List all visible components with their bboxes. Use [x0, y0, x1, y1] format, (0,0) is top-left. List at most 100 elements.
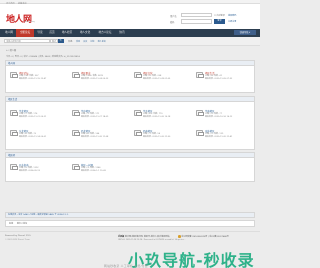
username-input[interactable] [181, 13, 212, 18]
forum-icon [72, 71, 81, 79]
forum-last-post[interactable]: 最后发表: 2025-11-26 21:50 [143, 135, 170, 138]
forum-icon [72, 109, 81, 117]
forum-section: 地区生活 华北地区 主题: 57, 帖数: 176 最后发表: 2025-11-… [5, 96, 255, 150]
forum-last-post[interactable]: 最后发表: 2025-11-24 00:23 [81, 77, 108, 80]
forum-item[interactable]: 华中地区 主题: 79, 帖数: 171 最后发表: 2025-11-27 18… [72, 109, 132, 124]
forum-item[interactable]: 辖区一间酒 主题: 23, 帖数: 1246 最后发表: 2024-1-1 15… [72, 163, 132, 178]
tag-link[interactable]: 地方人论坛 [17, 223, 27, 225]
copyright: © 2001-2025 Discuz! Team. [5, 238, 31, 241]
forum-item[interactable]: 地区论坛 主题: 145, 帖数: 507 最后发表: 2025-11-15 2… [10, 71, 70, 86]
forum-item[interactable]: 西南地区 主题: 72, 帖数: 94 最后发表: 2025-11-26 21:… [134, 129, 194, 144]
forum-last-post[interactable]: 最后发表: 2025-11-20 21:41 [205, 135, 232, 138]
find-password-link[interactable]: 找回密码 [228, 14, 236, 17]
gov-record[interactable]: 京公网安备11010502018号 | 京ICP备12017668号 [178, 235, 229, 238]
search-icon: 🔍 [59, 38, 63, 42]
forum-item[interactable]: 地区生活 主题: 38, 帖数: 41 最后发表: 2025-11-05 07:… [196, 71, 256, 86]
forum-last-post[interactable]: 最后发表: 2025-11-26 11:08 [81, 135, 108, 138]
section-title[interactable]: 地区吧 [6, 153, 254, 158]
forum-item[interactable]: 西北地区 主题: 66, 帖数: 164 最后发表: 2025-11-26 11… [72, 129, 132, 144]
forum-last-post[interactable]: 最后发表: 2024-09-13 [19, 169, 40, 172]
forum-icon [196, 129, 205, 137]
forum-item[interactable]: 开业指南 主题: 55, 帖数: 1292 最后发表: 2024-09-13 [10, 163, 70, 178]
nav-item-culture[interactable]: 地人文化 [76, 29, 94, 37]
gov-record-text: 京公网安备11010502018号 | 京ICP备12017668号 [181, 236, 229, 238]
forum-icon [72, 163, 81, 171]
section-title[interactable]: 地人网 [6, 61, 254, 66]
footer-link[interactable]: 地方网(地区地方网) [125, 236, 143, 238]
watermark-subtitle: 网站秒收录 人工审核 免费/付费 [104, 263, 148, 268]
forum-item[interactable]: 东北地区 主题: 36, 帖数: 70 最后发表: 2025-11-14 00:… [10, 129, 70, 144]
nav-item-community[interactable]: 地人社区 [58, 29, 76, 37]
nav-item-forum[interactable]: 全能论坛 [16, 29, 34, 37]
forum-last-post[interactable]: 最后发表: 2025-10-16 16:12 [205, 115, 232, 118]
forum-last-post[interactable]: 最后发表: 2025-11-28 01:05 [143, 77, 170, 80]
hot-term[interactable]: 交友 [83, 41, 87, 43]
forum-item[interactable]: 华南地区 主题: 76, 帖数: 77 最后发表: 2025-10-16 16:… [196, 109, 256, 124]
hot-search: 热搜: 活动 交友 讨论 地人论坛 [68, 40, 106, 43]
hot-term[interactable]: 讨论 [90, 41, 94, 43]
search-button[interactable]: 🔍 [58, 38, 64, 44]
breadcrumb[interactable]: ⌂ › 地人网 [6, 48, 16, 52]
forum-stats-text: 今日: 0 | 昨日: 0 | 帖子: 230846 | 会员: 5463 | … [6, 55, 80, 58]
online-users-bar[interactable]: 在线会员 - 总计 5463 人在线 - 最高记录是 5845 于 2024-1… [5, 212, 255, 218]
nav-item-home[interactable]: 地人网 [2, 29, 16, 37]
nav-item-guide[interactable]: 导读 [34, 29, 46, 37]
main-nav: 地人网 全能论坛 导读 首页 地人社区 地人文化 地方人论坛 快讯 快速导航 ▾ [0, 29, 260, 37]
footer: Powered by Discuz! X3.5 © 2001-2025 Disc… [0, 231, 260, 268]
forum-icon [196, 109, 205, 117]
forum-last-post[interactable]: 最后发表: 2025-11-26 10:18 [143, 115, 170, 118]
forum-section: 地区吧 开业指南 主题: 55, 帖数: 1292 最后发表: 2024-09-… [5, 152, 255, 182]
forum-last-post[interactable]: 最后发表: 2025-11-27 18:09 [81, 115, 108, 118]
forum-last-post[interactable]: 最后发表: 2025-11-05 07:32 [205, 77, 232, 80]
password-label: 密码 [170, 21, 175, 25]
forum-icon [134, 71, 143, 79]
hot-search-label: 热搜: [68, 40, 73, 43]
section-title[interactable]: 地区生活 [6, 97, 254, 102]
login-button[interactable]: 登录 [214, 19, 225, 24]
quick-nav-button[interactable]: 快速导航 ▾ [234, 30, 256, 36]
forum-icon [196, 71, 205, 79]
forum-item[interactable]: 华东地区 主题: 303, 帖数: 770 最后发表: 2025-11-26 1… [134, 109, 194, 124]
powered-by[interactable]: Powered by Discuz! X3.5 [5, 235, 31, 237]
forum-icon [10, 129, 19, 137]
auto-login-label: 自动登录 [216, 15, 225, 17]
forum-item[interactable]: 华北地区 主题: 57, 帖数: 176 最后发表: 2025-11-21 00… [10, 109, 70, 124]
footer-link-mobile[interactable]: 手机版 [118, 236, 124, 238]
footer-processing-info: GMT+8, 2025-11-28 15:24 , Processed in 0… [118, 238, 186, 241]
footer-links: 手机版 地方网(地区地方网) 地区号:地方人官方地区网站 [118, 235, 169, 238]
password-input[interactable] [181, 19, 212, 24]
forum-icon [10, 109, 19, 117]
forum-last-post[interactable]: 最后发表: 2025-11-21 00:21 [19, 115, 46, 118]
hot-term[interactable]: 活动 [76, 41, 80, 43]
hot-term[interactable]: 地人论坛 [98, 41, 106, 43]
forum-icon [134, 129, 143, 137]
nav-item-local-forum[interactable]: 地方人论坛 [94, 29, 116, 37]
auto-login-checkbox[interactable]: ☐ 自动登录 [214, 14, 225, 17]
forum-item[interactable]: 地区文化 主题: 26, 帖数: 208 最后发表: 2025-11-28 01… [134, 71, 194, 86]
header: 地人网 www.dirw.org 用户名 ☐ 自动登录 找回密码 密码 登录 立… [0, 4, 260, 29]
search-bar: 请输入搜索内容 帖子 🔍 热搜: 活动 交友 讨论 地人论坛 [0, 36, 260, 46]
username-label: 用户名 [170, 15, 177, 18]
site-logo[interactable]: 地人网 www.dirw.org [6, 12, 44, 25]
search-input[interactable]: 请输入搜索内容 [4, 38, 50, 44]
forum-icon [72, 129, 81, 137]
forum-item[interactable]: 地区职业 主题: 1454, 帖数: 5870 最后发表: 2025-11-24… [72, 71, 132, 86]
tags-label: 标签 [9, 223, 14, 225]
forum-icon [10, 163, 19, 171]
forum-last-post[interactable]: 最后发表: 2024-1-1 15:43 [81, 169, 106, 172]
register-link[interactable]: 立即注册 [228, 20, 236, 23]
forum-stats: 今日: 0 | 昨日: 0 | 帖子: 230846 | 会员: 5463 | … [6, 55, 80, 58]
search-scope-select[interactable]: 帖子 [50, 38, 58, 44]
logo-text: 地人网 [6, 15, 32, 25]
forum-section: 地人网 地区论坛 主题: 145, 帖数: 507 最后发表: 2025-11-… [5, 60, 255, 93]
footer-link[interactable]: 地区号:地方人官方地区网站 [144, 236, 170, 238]
forum-last-post[interactable]: 最后发表: 2025-11-14 00:01 [19, 135, 46, 138]
forum-last-post[interactable]: 最后发表: 2025-11-15 22:47 [19, 77, 46, 80]
forum-icon [10, 71, 19, 79]
nav-item-portal[interactable]: 首页 [46, 29, 58, 37]
forum-item[interactable]: 海外地区 主题: 91, 帖数: 129 最后发表: 2025-11-20 21… [196, 129, 256, 144]
login-box: 用户名 ☐ 自动登录 找回密码 密码 登录 立即注册 [170, 13, 252, 25]
nav-item-news[interactable]: 快讯 [116, 29, 128, 37]
tags-bar: 标签 地方人论坛 [5, 220, 255, 227]
logo-subtext: www.dirw.org [24, 21, 35, 23]
